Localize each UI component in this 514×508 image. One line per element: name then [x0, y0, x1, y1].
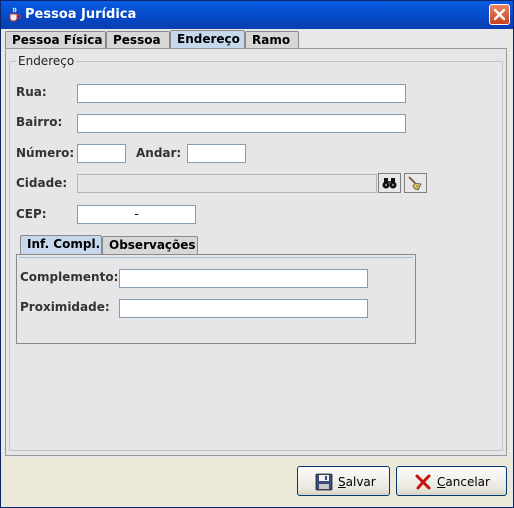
inf-compl-panel: Complemento: Proximidade:: [16, 254, 416, 344]
bairro-field[interactable]: [77, 114, 406, 133]
complemento-field[interactable]: [119, 269, 368, 288]
cancel-button[interactable]: Cancelar: [396, 466, 507, 496]
search-city-button[interactable]: [378, 173, 401, 193]
tab-observacoes[interactable]: Observações: [102, 236, 198, 254]
button-bar: Salvar Cancelar: [1, 458, 513, 507]
save-button[interactable]: Salvar: [297, 466, 390, 496]
andar-field[interactable]: [187, 144, 246, 163]
bairro-label: Bairro:: [16, 115, 63, 129]
cep-field[interactable]: -: [77, 205, 196, 224]
binoculars-icon: [379, 175, 400, 191]
tab-pessoa-fisica[interactable]: Pessoa Física: [5, 31, 106, 49]
window-title: Pessoa Jurídica: [25, 7, 137, 22]
tab-endereco[interactable]: Endereço: [170, 30, 245, 50]
endereco-legend: Endereço: [16, 54, 77, 68]
broom-icon: [405, 175, 426, 191]
inf-compl-panel-inner: Complemento: Proximidade:: [19, 257, 413, 341]
content-area: Pessoa Física Pessoa Endereço Ramo Ender…: [4, 29, 510, 458]
close-icon: [490, 5, 509, 24]
numero-label: Número:: [16, 146, 75, 160]
floppy-disk-icon: [315, 473, 333, 491]
proximidade-field[interactable]: [119, 299, 368, 318]
red-x-icon: [414, 473, 432, 491]
endereco-panel: Endereço Rua: Bairro: Número: Andar: Cid…: [5, 48, 507, 456]
java-cup-icon: [6, 6, 22, 22]
complemento-label: Complemento:: [20, 270, 119, 284]
cidade-label: Cidade:: [16, 176, 68, 190]
cancel-button-label: Cancelar: [437, 475, 490, 489]
tab-ramo[interactable]: Ramo: [245, 31, 299, 49]
proximidade-label: Proximidade:: [20, 300, 110, 314]
title-bar: Pessoa Jurídica: [1, 1, 513, 29]
window: Pessoa Jurídica Pessoa Física Pessoa End…: [0, 0, 514, 508]
tab-pessoa[interactable]: Pessoa: [106, 31, 170, 49]
rua-label: Rua:: [16, 85, 47, 99]
close-button[interactable]: [489, 4, 510, 25]
sub-tabs: Inf. Compl. Observações: [20, 235, 220, 256]
tab-inf-compl[interactable]: Inf. Compl.: [20, 235, 102, 255]
save-button-label: Salvar: [338, 475, 376, 489]
clear-city-button[interactable]: [404, 173, 427, 193]
andar-label: Andar:: [136, 146, 182, 160]
cidade-field: [77, 174, 377, 193]
rua-field[interactable]: [77, 84, 406, 103]
numero-field[interactable]: [77, 144, 126, 163]
cep-label: CEP:: [16, 207, 47, 221]
endereco-group: Endereço Rua: Bairro: Número: Andar: Cid…: [9, 54, 503, 451]
